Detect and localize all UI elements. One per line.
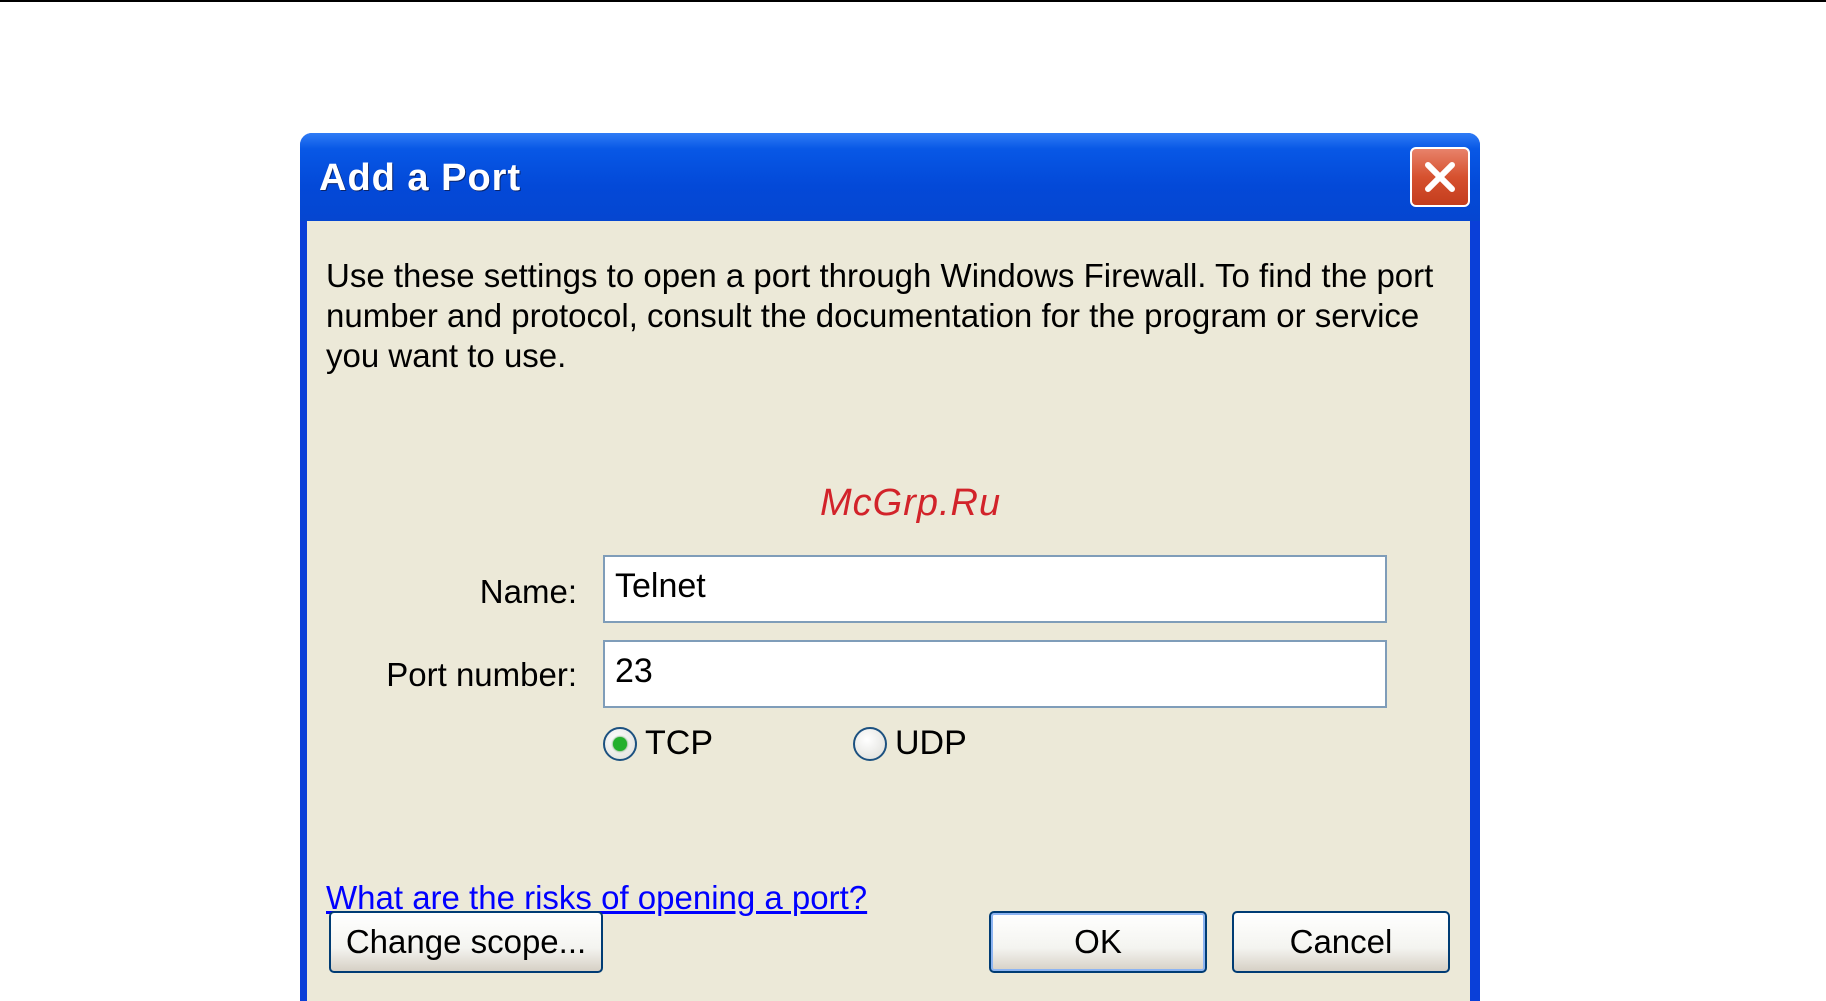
radio-selected-dot	[613, 736, 627, 751]
change-scope-button[interactable]: Change scope...	[329, 911, 603, 973]
watermark-text: McGrp.Ru	[820, 482, 1002, 524]
dialog-title: Add a Port	[319, 157, 522, 199]
port-number-input-value: 23	[615, 652, 653, 690]
page-top-rule	[0, 0, 1826, 2]
dialog-description: Use these settings to open a port throug…	[326, 257, 1434, 374]
dialog-body: Use these settings to open a port throug…	[307, 221, 1470, 1001]
port-number-label: Port number:	[386, 656, 577, 693]
close-button[interactable]	[1410, 147, 1470, 207]
close-icon	[1425, 162, 1455, 192]
add-port-dialog: Add a Port Use these settings to open a …	[300, 133, 1480, 1001]
name-input-value: Telnet	[615, 567, 706, 605]
ok-button[interactable]: OK	[989, 911, 1207, 973]
name-input[interactable]: Telnet	[603, 555, 1387, 623]
tcp-radio-option[interactable]: TCP	[603, 724, 713, 763]
udp-radio-label: UDP	[895, 724, 967, 762]
udp-radio[interactable]	[853, 726, 887, 761]
name-label: Name:	[479, 573, 577, 610]
port-number-input[interactable]: 23	[603, 640, 1387, 708]
udp-radio-option[interactable]: UDP	[853, 724, 967, 763]
dialog-titlebar[interactable]: Add a Port	[300, 133, 1480, 221]
tcp-radio-label: TCP	[645, 724, 713, 762]
tcp-radio[interactable]	[603, 726, 637, 761]
cancel-button[interactable]: Cancel	[1232, 911, 1450, 973]
